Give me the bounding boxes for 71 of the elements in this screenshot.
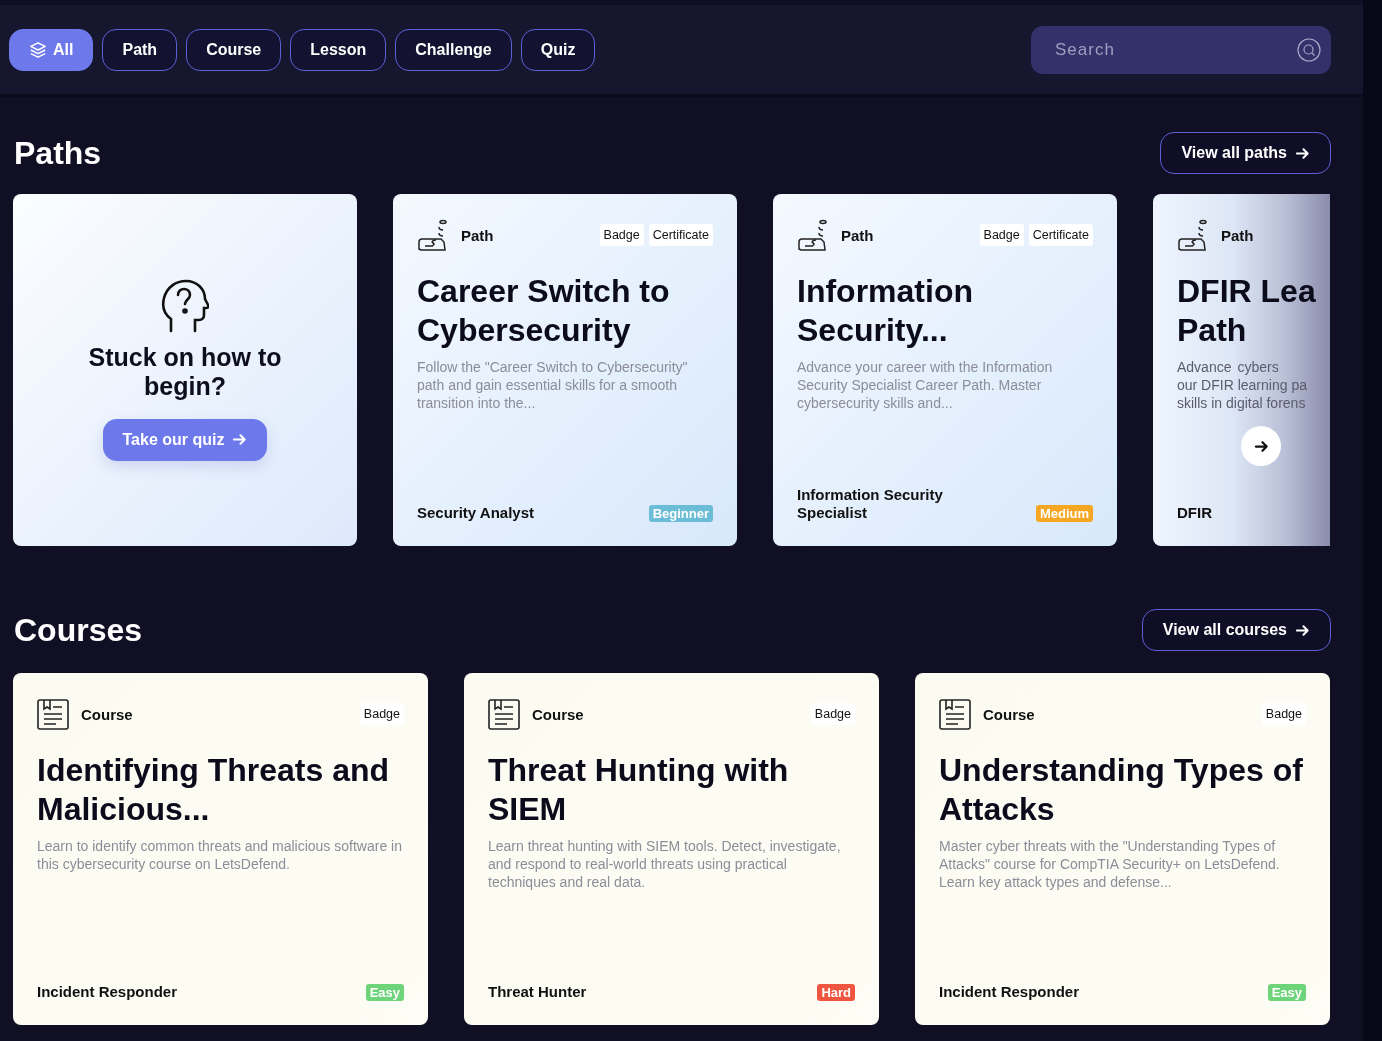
card-description: Learn threat hunting with SIEM tools. Detect, investigate, and respond to real-world threats using practical techniques and real data.	[488, 837, 842, 891]
card-type: Course	[532, 705, 584, 723]
card-description: Learn to identify common threats and malicious software in this cybersecurity course on LetsDefend.	[37, 837, 403, 873]
tag-label: Badge	[599, 224, 644, 246]
card-title: Identifying Threats and Malicious...	[37, 751, 391, 829]
search-icon	[1297, 37, 1321, 62]
card-description: Advance	[1177, 358, 1232, 376]
card-role: Security Analyst	[417, 504, 534, 522]
card-title: Career Switch to Cybersecurity	[417, 272, 671, 350]
card-role: DFIR	[1177, 504, 1212, 522]
filter-tab[interactable]: Challenge	[395, 28, 512, 71]
view-all-button[interactable]: View all paths	[1160, 132, 1331, 174]
arrow-icon	[1295, 145, 1310, 161]
tag-label: Badge	[810, 703, 855, 725]
take-quiz-button[interactable]: Take our quiz	[102, 418, 268, 461]
filter-tab[interactable]: Path	[102, 28, 178, 71]
card-title: DFIR Lea Path	[1177, 272, 1317, 350]
search-field[interactable]: Search	[1031, 25, 1331, 74]
card-role: Incident Responder	[37, 983, 178, 1001]
card-type: Path	[841, 226, 874, 244]
view-all-button[interactable]: View all courses	[1141, 609, 1331, 651]
course-card[interactable]: Course Badge Identifying Threats and Malicious... Learn to identify common threats and malicious software in this cybersecurity course on LetsDefend. Incident Responder Easy	[13, 673, 428, 1025]
card-description: Advance your career with the Information Security Specialist Career Path. Master cybersecurity skills and...	[797, 358, 1054, 412]
filter-tab[interactable]: Lesson	[290, 28, 387, 71]
difficulty-badge: Easy	[1267, 984, 1306, 1001]
card-role: Incident Responder	[939, 983, 1080, 1001]
filter-tab[interactable]: Course	[186, 28, 282, 71]
course-card[interactable]: Course Badge Threat Hunting with SIEM Learn threat hunting with SIEM tools. Detect, investigate, and respond to real-world threats using practical techniques and real data. Threat Hunter Hard	[464, 673, 879, 1025]
tag-label: Badge	[359, 703, 404, 725]
card-description: our DFIR learning pa	[1177, 376, 1306, 394]
document-icon	[37, 698, 69, 730]
tag-label: Badge	[1261, 703, 1306, 725]
path-map-icon	[1177, 219, 1209, 251]
path-map-icon	[797, 219, 829, 251]
arrow-icon	[1295, 622, 1310, 638]
course-card[interactable]	[915, 673, 1330, 1025]
arrow-icon	[1253, 438, 1269, 454]
path-card[interactable]: Path Badge Certificate Career Switch to Cybersecurity Follow the "Career Switch to Cybersecurity" path and gain essential skills for a smooth transition into the... Security Analyst Beginner	[393, 194, 737, 546]
path-map-icon	[417, 219, 449, 251]
filter-tab[interactable]: All	[9, 28, 94, 71]
tag-label: Certificate	[1028, 224, 1093, 246]
tag-label: Badge	[979, 224, 1024, 246]
card-role: Information Security Specialist	[797, 486, 944, 522]
card-description: skills in digital forens	[1177, 394, 1306, 412]
next-button[interactable]	[1241, 426, 1281, 466]
section-title: Courses	[14, 611, 143, 649]
card-type: Course	[983, 705, 1035, 723]
card-title: Threat Hunting with SIEM	[488, 751, 790, 829]
difficulty-badge: Beginner	[648, 505, 713, 522]
tag-label: Certificate	[648, 224, 713, 246]
card-type: Path	[1221, 226, 1254, 244]
card-title: Information Security...	[797, 272, 974, 350]
head-question-icon	[161, 279, 209, 334]
card-title: Understanding Types of Attacks	[939, 751, 1304, 829]
difficulty-badge: Medium	[1035, 505, 1093, 522]
quiz-heading: Stuck on how to begin?	[87, 343, 283, 401]
document-icon	[939, 698, 971, 730]
arrow-icon	[232, 432, 248, 448]
path-card[interactable]: Path DFIR Lea Path Advance cybers our DFIR learning pa skills in digital forens DFIR	[1153, 194, 1330, 546]
card-description: Master cyber threats with the "Understanding Types of Attacks" course for CompTIA Security+ on LetsDefend. Learn key attack types and defense...	[939, 837, 1281, 891]
document-icon	[488, 698, 520, 730]
card-description: cybers	[1237, 358, 1279, 376]
card-role: Threat Hunter	[488, 983, 587, 1001]
card-type: Course	[81, 705, 133, 723]
filter-tab[interactable]: Quiz	[520, 28, 596, 71]
difficulty-badge: Easy	[365, 984, 404, 1001]
difficulty-badge: Hard	[817, 984, 855, 1001]
card-description: Follow the "Career Switch to Cybersecurity" path and gain essential skills for a smooth transition into the...	[417, 358, 689, 412]
card-type: Path	[461, 226, 494, 244]
section-title: Paths	[14, 134, 102, 172]
path-card[interactable]: Path Badge Certificate Information Security... Advance your career with the Information Security Specialist Career Path. Master cybersecurity skills and... Information Security Specialist Medium	[773, 194, 1117, 546]
